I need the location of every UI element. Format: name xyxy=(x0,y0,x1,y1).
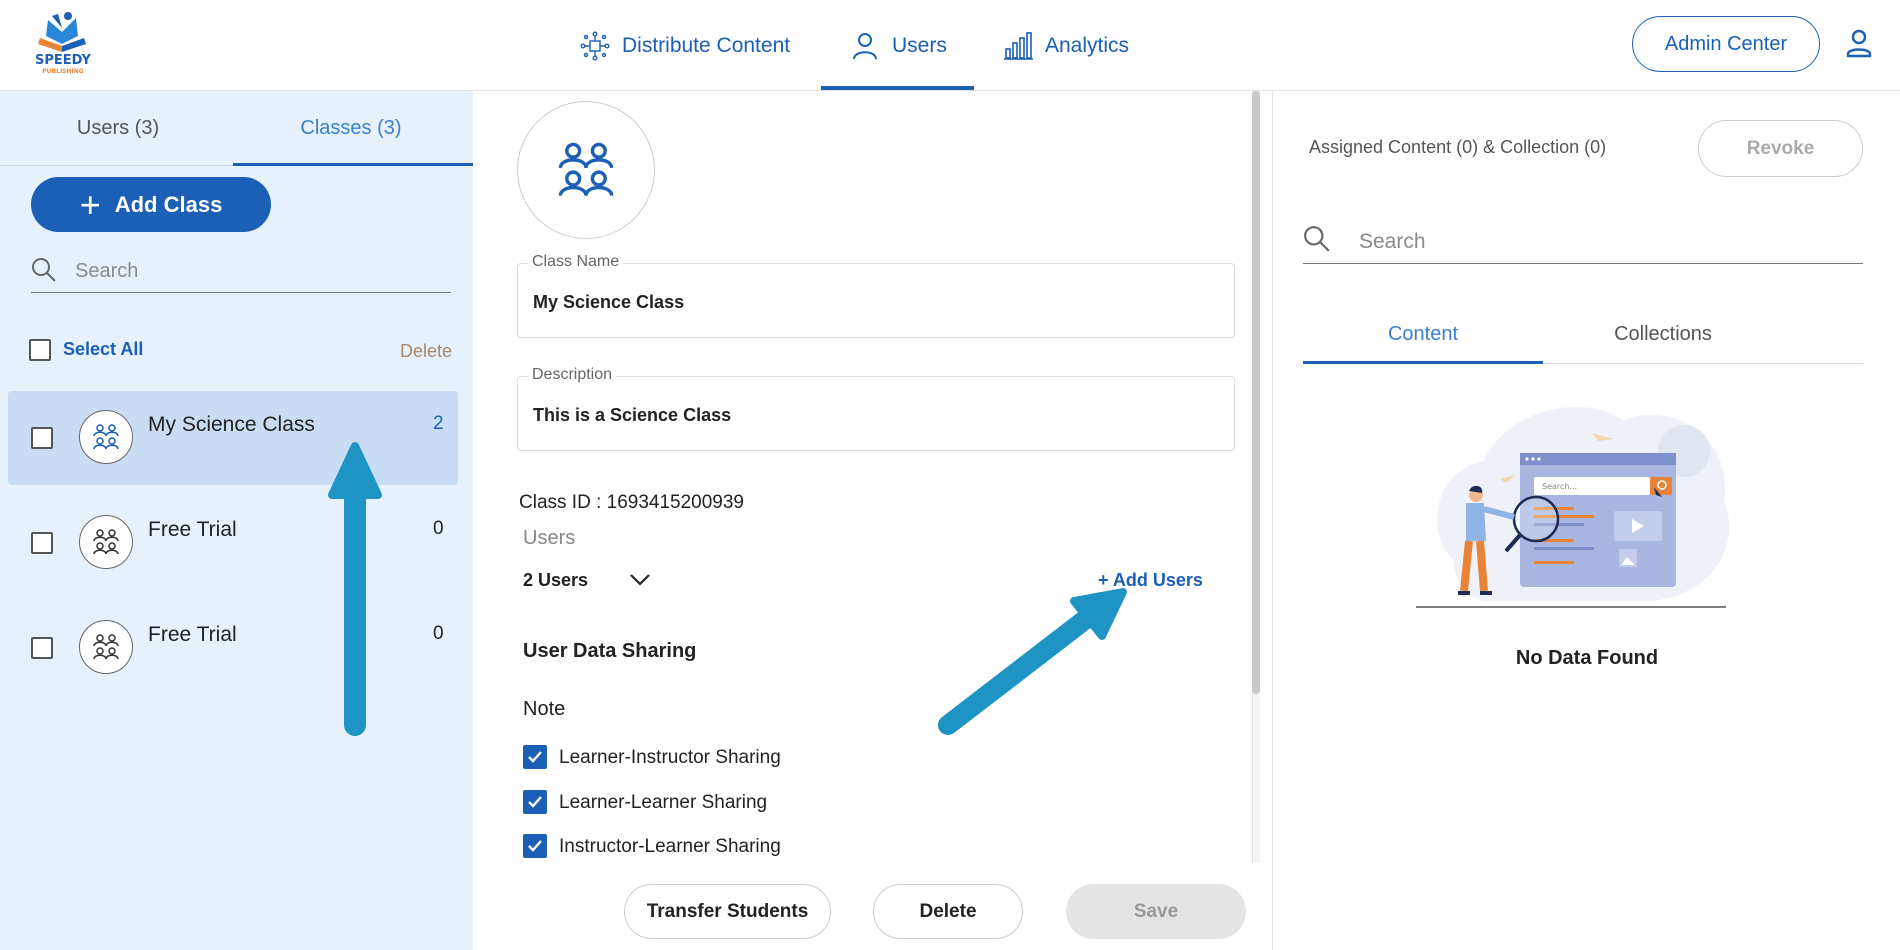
transfer-students-button[interactable]: Transfer Students xyxy=(624,884,831,939)
tab-collections[interactable]: Collections xyxy=(1543,309,1783,359)
admin-center-button[interactable]: Admin Center xyxy=(1632,16,1820,72)
description-label: Description xyxy=(528,366,617,384)
users-label: Users xyxy=(523,527,576,549)
class-search-input[interactable] xyxy=(75,255,435,287)
top-bar: SPEEDY PUBLISHING Distribute Content Use… xyxy=(0,0,1900,91)
group-icon xyxy=(79,515,133,569)
profile-icon[interactable] xyxy=(1844,28,1874,63)
content-search-input[interactable] xyxy=(1359,226,1839,258)
tab-content[interactable]: Content xyxy=(1303,309,1543,359)
class-detail-panel: Class Name My Science Class Description … xyxy=(473,91,1273,950)
group-icon xyxy=(79,410,133,464)
tab-active-indicator xyxy=(233,163,473,166)
class-name: Free Trial xyxy=(148,623,237,646)
description-value[interactable]: This is a Science Class xyxy=(533,405,731,426)
class-id: Class ID : 1693415200939 xyxy=(519,492,744,513)
class-user-count: 2 xyxy=(433,413,444,434)
add-class-label: Add Class xyxy=(114,191,223,217)
class-user-count: 0 xyxy=(433,518,444,539)
revoke-button[interactable]: Revoke xyxy=(1698,120,1863,177)
row-checkbox[interactable] xyxy=(31,532,53,554)
class-name-field[interactable]: Class Name My Science Class xyxy=(517,253,1235,338)
delete-class-button[interactable]: Delete xyxy=(873,884,1023,939)
nav-distribute-content[interactable]: Distribute Content xyxy=(580,0,790,91)
no-data-message: No Data Found xyxy=(1515,647,1659,669)
description-field[interactable]: Description This is a Science Class xyxy=(517,366,1235,451)
class-row[interactable]: Free Trial 0 xyxy=(8,601,458,695)
learner-instructor-label: Learner-Instructor Sharing xyxy=(559,747,781,768)
user-icon xyxy=(850,31,880,61)
learner-learner-label: Learner-Learner Sharing xyxy=(559,792,768,813)
nav-users-label: Users xyxy=(892,33,947,57)
group-icon xyxy=(558,142,614,197)
select-all-label[interactable]: Select All xyxy=(63,339,143,360)
nav-active-indicator xyxy=(821,86,974,90)
assigned-content-panel: Assigned Content (0) & Collection (0) Re… xyxy=(1274,91,1900,950)
class-search xyxy=(31,251,451,293)
instructor-learner-checkbox[interactable] xyxy=(523,834,547,858)
add-class-button[interactable]: + Add Class xyxy=(31,177,271,232)
learner-learner-checkbox[interactable] xyxy=(523,790,547,814)
select-all-checkbox[interactable] xyxy=(29,339,51,361)
content-search xyxy=(1303,218,1863,264)
instructor-learner-label: Instructor-Learner Sharing xyxy=(559,836,781,857)
distribute-icon xyxy=(580,31,610,61)
scrollbar-thumb[interactable] xyxy=(1252,91,1260,694)
empty-state-illustration: Search... xyxy=(1414,391,1754,621)
users-count[interactable]: 2 Users xyxy=(523,570,588,591)
class-name-value[interactable]: My Science Class xyxy=(533,292,684,313)
class-avatar xyxy=(517,101,655,239)
class-name-label: Class Name xyxy=(528,253,624,271)
add-users-link[interactable]: + Add Users xyxy=(1098,570,1203,591)
note-label: Note xyxy=(523,698,566,720)
chevron-down-icon[interactable] xyxy=(628,567,652,596)
tab-active-indicator xyxy=(1303,361,1543,364)
plus-icon: + xyxy=(79,183,101,225)
illustration-search-text: Search... xyxy=(1542,482,1577,491)
search-icon xyxy=(31,257,57,288)
row-checkbox[interactable] xyxy=(31,637,53,659)
search-icon xyxy=(1303,225,1331,258)
delete-classes-button[interactable]: Delete xyxy=(400,341,452,362)
assigned-summary: Assigned Content (0) & Collection (0) xyxy=(1309,137,1607,157)
class-user-count: 0 xyxy=(433,623,444,644)
class-name: My Science Class xyxy=(148,413,315,436)
class-row[interactable]: Free Trial 0 xyxy=(8,496,458,590)
learner-instructor-checkbox[interactable] xyxy=(523,745,547,769)
nav-analytics-label: Analytics xyxy=(1045,33,1130,57)
nav-analytics[interactable]: Analytics xyxy=(1003,0,1129,91)
user-data-sharing-title: User Data Sharing xyxy=(523,640,697,662)
save-button[interactable]: Save xyxy=(1066,884,1246,939)
svg-text:SPEEDY: SPEEDY xyxy=(35,53,91,68)
group-icon xyxy=(79,620,133,674)
svg-text:PUBLISHING: PUBLISHING xyxy=(42,68,83,75)
tab-users[interactable]: Users (3) xyxy=(0,91,236,165)
tab-classes[interactable]: Classes (3) xyxy=(233,91,469,165)
bar-chart-icon xyxy=(1003,31,1033,61)
classes-sidebar: Users (3) Classes (3) + Add Class Select… xyxy=(0,91,473,950)
row-checkbox[interactable] xyxy=(31,427,53,449)
nav-users[interactable]: Users xyxy=(850,0,947,91)
class-row[interactable]: My Science Class 2 xyxy=(8,391,458,485)
nav-distribute-label: Distribute Content xyxy=(622,33,791,57)
speedy-publishing-logo[interactable]: SPEEDY PUBLISHING xyxy=(28,8,98,78)
class-name: Free Trial xyxy=(148,518,237,541)
